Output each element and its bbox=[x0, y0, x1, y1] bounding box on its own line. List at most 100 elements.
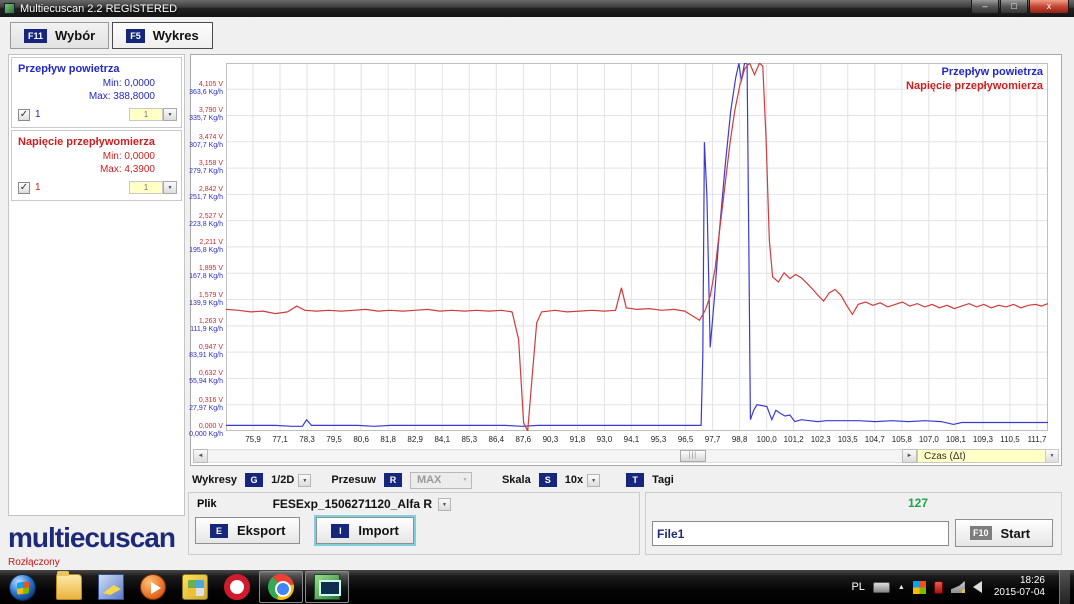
skala-label: Skala bbox=[501, 474, 531, 486]
y-tick-label: 3,158 V 279,7 Kg/h bbox=[189, 160, 223, 176]
series-box-voltage: Napięcie przepływomierza Min: 0,0000 Max… bbox=[11, 130, 182, 201]
scrollbar-thumb[interactable]: ||| bbox=[679, 450, 706, 462]
eksport-button-label: Eksport bbox=[237, 523, 286, 538]
x-tick-label: 85,3 bbox=[461, 435, 478, 444]
x-tick-label: 90,3 bbox=[542, 435, 559, 444]
keyboard-icon[interactable] bbox=[872, 581, 890, 593]
network-icon[interactable] bbox=[950, 581, 965, 593]
windows-flag-icon bbox=[17, 580, 29, 595]
clock-time: 18:26 bbox=[1019, 575, 1045, 586]
wykresy-combo[interactable]: 1/2D bbox=[271, 474, 294, 486]
series-voltage-channel: 1 bbox=[35, 182, 41, 193]
series-airflow-axis-combo[interactable]: 1 bbox=[129, 108, 163, 121]
series-voltage-axis-combo[interactable]: 1 bbox=[129, 181, 163, 194]
chart-controls: Wykresy G 1/2D ▼ Przesuw R MAX ▼ Skala S… bbox=[192, 469, 1062, 491]
x-tick-label: 86,4 bbox=[488, 435, 505, 444]
y-tick-label: 0,316 V 27,97 Kg/h bbox=[189, 396, 223, 412]
language-indicator[interactable]: PL bbox=[851, 581, 864, 593]
system-tray: PL ▲ 18:26 2015-07-04 bbox=[851, 570, 1074, 604]
graphics-app-icon[interactable] bbox=[98, 574, 124, 600]
file-name-input[interactable] bbox=[652, 521, 949, 546]
x-tick-label: 101,2 bbox=[783, 435, 804, 444]
x-axis-combo-label: Czas (Δt) bbox=[924, 450, 966, 462]
opera-icon[interactable] bbox=[224, 574, 250, 600]
tagi-label[interactable]: Tagi bbox=[652, 474, 674, 486]
clock[interactable]: 18:26 2015-07-04 bbox=[994, 575, 1045, 599]
x-tick-label: 98,8 bbox=[731, 435, 748, 444]
y-tick-label: 2,211 V 195,8 Kg/h bbox=[189, 238, 223, 254]
volume-icon[interactable] bbox=[972, 581, 982, 593]
legend-voltage: Napięcie przepływomierza bbox=[906, 80, 1043, 92]
wykresy-label: Wykresy bbox=[192, 474, 238, 486]
media-player-icon[interactable] bbox=[140, 574, 166, 600]
multiecuscan-taskbar-icon bbox=[314, 574, 341, 600]
plik-label: Plik bbox=[197, 498, 217, 510]
tab-wykres[interactable]: F5 Wykres bbox=[112, 22, 213, 49]
x-tick-label: 79,5 bbox=[326, 435, 342, 444]
skala-dropdown-icon[interactable]: ▼ bbox=[587, 473, 601, 487]
x-tick-label: 109,3 bbox=[972, 435, 993, 444]
hidden-icons-chevron[interactable]: ▲ bbox=[898, 584, 905, 591]
przesuw-label: Przesuw bbox=[331, 474, 376, 486]
chrome-icon bbox=[268, 574, 294, 600]
multiecuscan-window: Multiecuscan 2.2 REGISTERED – □ x F11 Wy… bbox=[0, 0, 1074, 604]
power-icon[interactable] bbox=[933, 580, 943, 594]
windows-update-icon[interactable] bbox=[912, 580, 926, 594]
x-tick-label: 94,1 bbox=[623, 435, 640, 444]
series-voltage-checkbox[interactable]: ✓ bbox=[18, 181, 30, 194]
y-tick-label: 2,527 V 223,8 Kg/h bbox=[189, 212, 223, 228]
series-Kg/h bbox=[226, 63, 1048, 427]
start-orb[interactable] bbox=[9, 573, 36, 601]
chart-canvas bbox=[226, 63, 1048, 431]
scroll-left-button[interactable]: ◄ bbox=[193, 449, 208, 463]
series-airflow-axis-dropdown[interactable]: ▼ bbox=[163, 108, 177, 121]
scrollbar-track[interactable]: ||| bbox=[208, 449, 902, 463]
import-button[interactable]: I Import bbox=[314, 515, 416, 546]
y-tick-label: 1,895 V 167,8 Kg/h bbox=[189, 265, 223, 281]
x-tick-label: 107,0 bbox=[918, 435, 939, 444]
y-tick-label: 0,947 V 83,91 Kg/h bbox=[189, 344, 223, 360]
x-axis-combo-dropdown-icon[interactable]: ▼ bbox=[1045, 450, 1058, 462]
utility-app-icon[interactable] bbox=[182, 574, 208, 600]
y-tick-label: 3,790 V 335,7 Kg/h bbox=[189, 107, 223, 123]
x-tick-label: 96,5 bbox=[677, 435, 694, 444]
wykresy-dropdown-icon[interactable]: ▼ bbox=[298, 473, 312, 487]
restore-button[interactable]: □ bbox=[1000, 0, 1028, 14]
series-airflow-checkbox[interactable]: ✓ bbox=[18, 108, 30, 121]
x-tick-label: 97,7 bbox=[704, 435, 721, 444]
file-combo[interactable]: FESExp_1506271120_Alfa R bbox=[273, 497, 432, 511]
x-tick-label: 102,3 bbox=[810, 435, 831, 444]
skala-key-badge: S bbox=[538, 473, 557, 487]
file-combo-dropdown-icon[interactable]: ▼ bbox=[438, 497, 452, 511]
x-tick-label: 82,9 bbox=[407, 435, 423, 444]
y-tick-label: 2,842 V 251,7 Kg/h bbox=[189, 186, 223, 202]
x-axis-labels: 75,9 77,1 78,3 79,5 80,6 81,8 82,9 84,1 85,3 86,4… bbox=[226, 435, 1048, 447]
show-desktop-button[interactable] bbox=[1059, 570, 1070, 604]
x-tick-label: 80,6 bbox=[353, 435, 369, 444]
x-tick-label: 108,1 bbox=[945, 435, 966, 444]
scroll-right-button[interactable]: ► bbox=[902, 449, 917, 463]
series-voltage-axis-dropdown[interactable]: ▼ bbox=[163, 181, 177, 194]
przesuw-combo-value: MAX bbox=[416, 474, 442, 486]
close-button[interactable]: x bbox=[1029, 0, 1069, 14]
explorer-icon[interactable] bbox=[56, 571, 82, 600]
plot-area: Przepływ powietrza Napięcie przepływomie… bbox=[226, 63, 1048, 431]
minimize-button[interactable]: – bbox=[971, 0, 999, 14]
multiecuscan-taskbar-button[interactable] bbox=[305, 571, 349, 603]
app-icon bbox=[4, 3, 15, 14]
tab-wybor[interactable]: F11 Wybór bbox=[10, 22, 110, 49]
start-button-label: Start bbox=[1000, 525, 1031, 541]
x-axis-combo[interactable]: Czas (Δt) ▼ bbox=[917, 449, 1059, 463]
sample-counter: 127 bbox=[908, 496, 929, 510]
tab-bar: F11 Wybór F5 Wykres bbox=[10, 22, 216, 49]
start-button[interactable]: F10 Start bbox=[955, 519, 1053, 547]
y-axis-labels: 4,105 V 363,6 Kg/h 3,790 V 335,7 Kg/h 3,474 … bbox=[189, 63, 224, 438]
window-title: Multiecuscan 2.2 REGISTERED bbox=[20, 2, 178, 15]
chrome-taskbar-button[interactable] bbox=[259, 571, 303, 603]
tagi-key-badge: T bbox=[626, 473, 645, 487]
skala-combo[interactable]: 10x bbox=[565, 474, 583, 486]
eksport-button[interactable]: E Eksport bbox=[195, 517, 301, 544]
x-tick-label: 84,1 bbox=[434, 435, 451, 444]
wykresy-key-badge: G bbox=[245, 473, 264, 487]
y-tick-label: 4,105 V 363,6 Kg/h bbox=[189, 81, 223, 97]
